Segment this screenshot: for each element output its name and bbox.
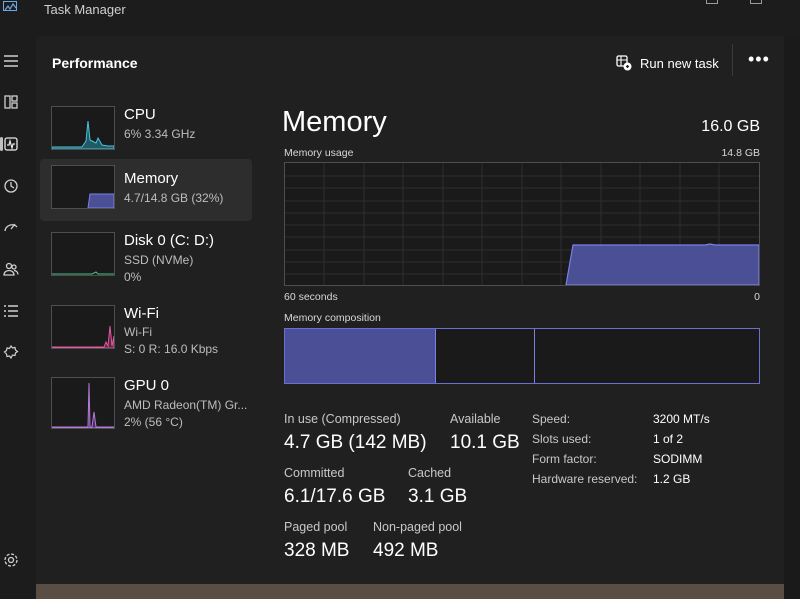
committed-label: Committed	[284, 466, 345, 480]
sidebar-item-wifi[interactable]: Wi-Fi Wi-Fi S: 0 R: 16.0 Kbps	[40, 299, 252, 361]
composition-in-use	[285, 329, 436, 383]
sidebar-item-label: GPU 0	[124, 377, 170, 394]
speed-value: 3200 MT/s	[653, 412, 710, 426]
app-history-icon[interactable]	[0, 175, 22, 197]
gpu-thumbnail-graph	[51, 377, 115, 429]
graph-time-end: 0	[754, 291, 760, 303]
header-divider	[732, 44, 733, 76]
desktop-background	[36, 584, 784, 599]
composition-standby	[535, 329, 759, 383]
memory-thumbnail-graph	[51, 165, 115, 209]
available-value: 10.1 GB	[450, 432, 520, 453]
graph-time-start: 60 seconds	[284, 291, 338, 303]
run-new-task-label: Run new task	[640, 55, 719, 71]
users-icon[interactable]	[0, 258, 22, 280]
window-title: Task Manager	[44, 2, 126, 17]
nonpaged-pool-value: 492 MB	[373, 540, 439, 561]
memory-usage-graph	[284, 162, 760, 286]
sidebar-item-label: Wi-Fi	[124, 305, 159, 322]
cpu-thumbnail-graph	[51, 106, 115, 150]
sidebar-item-disk[interactable]: Disk 0 (C: D:) SSD (NVMe) 0%	[40, 226, 252, 288]
disk-thumbnail-graph	[51, 232, 115, 276]
startup-apps-icon[interactable]	[0, 216, 22, 238]
performance-icon[interactable]	[0, 133, 22, 155]
sidebar-item-detail: SSD (NVMe)	[124, 253, 194, 267]
sidebar-item-detail: Wi-Fi	[124, 325, 152, 339]
title-bar: Task Manager	[0, 0, 800, 20]
in-use-label: In use (Compressed)	[284, 412, 401, 426]
performance-panel: Performance Run new task ••• CPU 6% 3.34…	[36, 36, 784, 584]
paged-pool-label: Paged pool	[284, 520, 348, 534]
page-title: Performance	[52, 55, 138, 71]
sidebar-item-detail: 0%	[124, 270, 142, 284]
memory-heading: Memory	[282, 106, 387, 138]
hardware-reserved-label: Hardware reserved:	[532, 472, 638, 486]
details-icon[interactable]	[0, 300, 22, 322]
speed-label: Speed:	[532, 412, 571, 426]
cached-label: Cached	[408, 466, 452, 480]
sidebar-item-detail: 4.7/14.8 GB (32%)	[124, 191, 224, 205]
settings-icon[interactable]	[0, 549, 22, 571]
available-label: Available	[450, 412, 501, 426]
run-task-icon	[616, 55, 632, 71]
hamburger-icon[interactable]	[0, 50, 22, 72]
wifi-thumbnail-graph	[51, 305, 115, 349]
memory-usage-max: 14.8 GB	[721, 147, 760, 159]
in-use-value: 4.7 GB (142 MB)	[284, 432, 427, 453]
close-button[interactable]	[750, 0, 762, 4]
memory-usage-label: Memory usage	[284, 147, 354, 159]
slots-used-value: 1 of 2	[653, 432, 684, 446]
hardware-reserved-value: 1.2 GB	[653, 472, 691, 486]
paged-pool-value: 328 MB	[284, 540, 350, 561]
sidebar-item-detail: 6% 3.34 GHz	[124, 127, 196, 141]
memory-total: 16.0 GB	[701, 118, 760, 135]
run-new-task-button[interactable]: Run new task	[616, 52, 719, 74]
committed-value: 6.1/17.6 GB	[284, 486, 386, 507]
sidebar-item-label: Memory	[124, 170, 179, 187]
form-factor-label: Form factor:	[532, 452, 597, 466]
sidebar-item-gpu[interactable]: GPU 0 AMD Radeon(TM) Gr... 2% (56 °C)	[40, 371, 252, 433]
sidebar-item-cpu[interactable]: CPU 6% 3.34 GHz	[40, 100, 252, 162]
memory-composition-bar	[284, 328, 760, 384]
sidebar-item-memory[interactable]: Memory 4.7/14.8 GB (32%)	[40, 159, 252, 221]
navigation-rail	[0, 36, 28, 599]
form-factor-value: SODIMM	[653, 452, 703, 466]
sidebar-item-detail: 2% (56 °C)	[124, 415, 183, 429]
sidebar-item-detail: AMD Radeon(TM) Gr...	[124, 398, 248, 412]
services-icon[interactable]	[0, 341, 22, 363]
cached-value: 3.1 GB	[408, 486, 468, 507]
sidebar-item-label: CPU	[124, 106, 156, 123]
composition-modified	[436, 329, 535, 383]
restore-button[interactable]	[706, 0, 718, 4]
task-manager-icon	[3, 1, 17, 11]
sidebar-item-detail: S: 0 R: 16.0 Kbps	[124, 342, 219, 356]
processes-icon[interactable]	[0, 91, 22, 113]
slots-used-label: Slots used:	[532, 432, 592, 446]
sidebar-item-label: Disk 0 (C: D:)	[124, 232, 214, 249]
window-edge	[784, 36, 800, 599]
memory-composition-label: Memory composition	[284, 312, 381, 324]
more-options-button[interactable]: •••	[748, 50, 770, 68]
nonpaged-pool-label: Non-paged pool	[373, 520, 462, 534]
